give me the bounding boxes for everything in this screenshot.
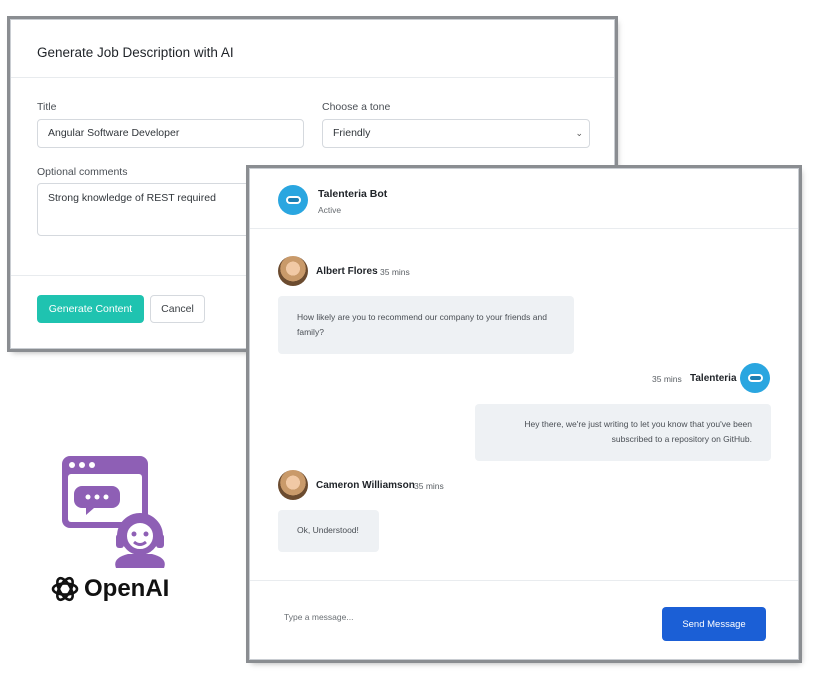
title-input[interactable]: Angular Software Developer [37, 119, 304, 148]
chat-support-icon [62, 456, 165, 568]
title-label: Title [37, 101, 57, 113]
generate-content-button[interactable]: Generate Content [37, 295, 144, 323]
message-time: 35 mins [414, 481, 444, 491]
modal-title: Generate Job Description with AI [37, 45, 234, 60]
message-time: 35 mins [380, 267, 410, 277]
message-text: Ok, Understood! [297, 525, 359, 535]
openai-logo: OpenAI [50, 573, 169, 605]
send-message-button[interactable]: Send Message [662, 607, 766, 641]
chat-footer-divider [250, 580, 798, 581]
bot-status: Active [318, 205, 342, 215]
message-author: Talenteria [690, 373, 737, 384]
message-bubble: Hey there, we're just writing to let you… [475, 404, 771, 461]
message-author: Cameron Williamson [316, 480, 415, 491]
message-bubble: Ok, Understood! [278, 510, 379, 552]
avatar [278, 256, 308, 286]
comments-label: Optional comments [37, 166, 128, 178]
modal-header: Generate Job Description with AI [11, 20, 614, 78]
tone-select[interactable]: Friendly ⌄ [322, 119, 590, 148]
robot-icon [740, 363, 770, 393]
tone-label: Choose a tone [322, 101, 391, 113]
message-bubble: How likely are you to recommend our comp… [278, 296, 574, 354]
bot-name: Talenteria Bot [318, 188, 388, 200]
message-text: How likely are you to recommend our comp… [297, 312, 547, 337]
robot-icon [278, 185, 308, 215]
message-time: 35 mins [652, 374, 682, 384]
chat-window: Talenteria Bot Active Albert Flores 35 m… [249, 168, 799, 660]
openai-label: OpenAI [84, 575, 170, 602]
message-input[interactable] [284, 605, 614, 629]
tone-selected-value: Friendly [333, 127, 371, 139]
openai-icon [51, 576, 79, 602]
chat-header: Talenteria Bot Active [250, 169, 798, 229]
message-author: Albert Flores [316, 266, 378, 277]
message-text: Hey there, we're just writing to let you… [524, 419, 752, 444]
cancel-button[interactable]: Cancel [150, 295, 205, 323]
chevron-down-icon: ⌄ [575, 128, 583, 138]
avatar [278, 470, 308, 500]
